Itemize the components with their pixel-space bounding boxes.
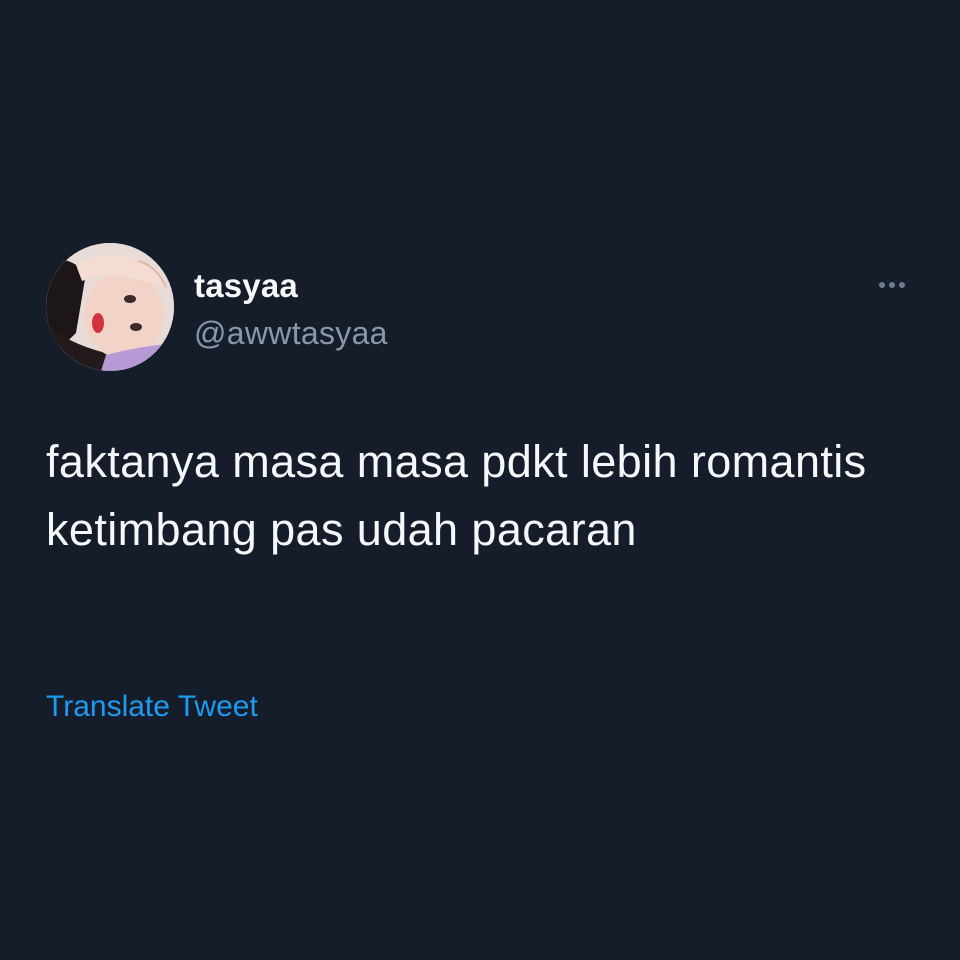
tweet-text: faktanya masa masa pdkt lebih romantis k… (46, 436, 867, 555)
author-display-name[interactable]: tasyaa (194, 266, 298, 306)
more-horizontal-icon (879, 282, 885, 288)
more-horizontal-icon-dot (899, 282, 905, 288)
translate-tweet-link[interactable]: Translate Tweet (46, 688, 258, 726)
more-horizontal-icon-dot (889, 282, 895, 288)
more-options-button[interactable] (872, 274, 912, 296)
tweet-card: tasyaa @awwtasyaa faktanya masa masa pdk… (0, 0, 960, 960)
author-handle[interactable]: @awwtasyaa (194, 313, 388, 353)
avatar-photo (46, 243, 174, 371)
avatar[interactable] (46, 243, 174, 371)
